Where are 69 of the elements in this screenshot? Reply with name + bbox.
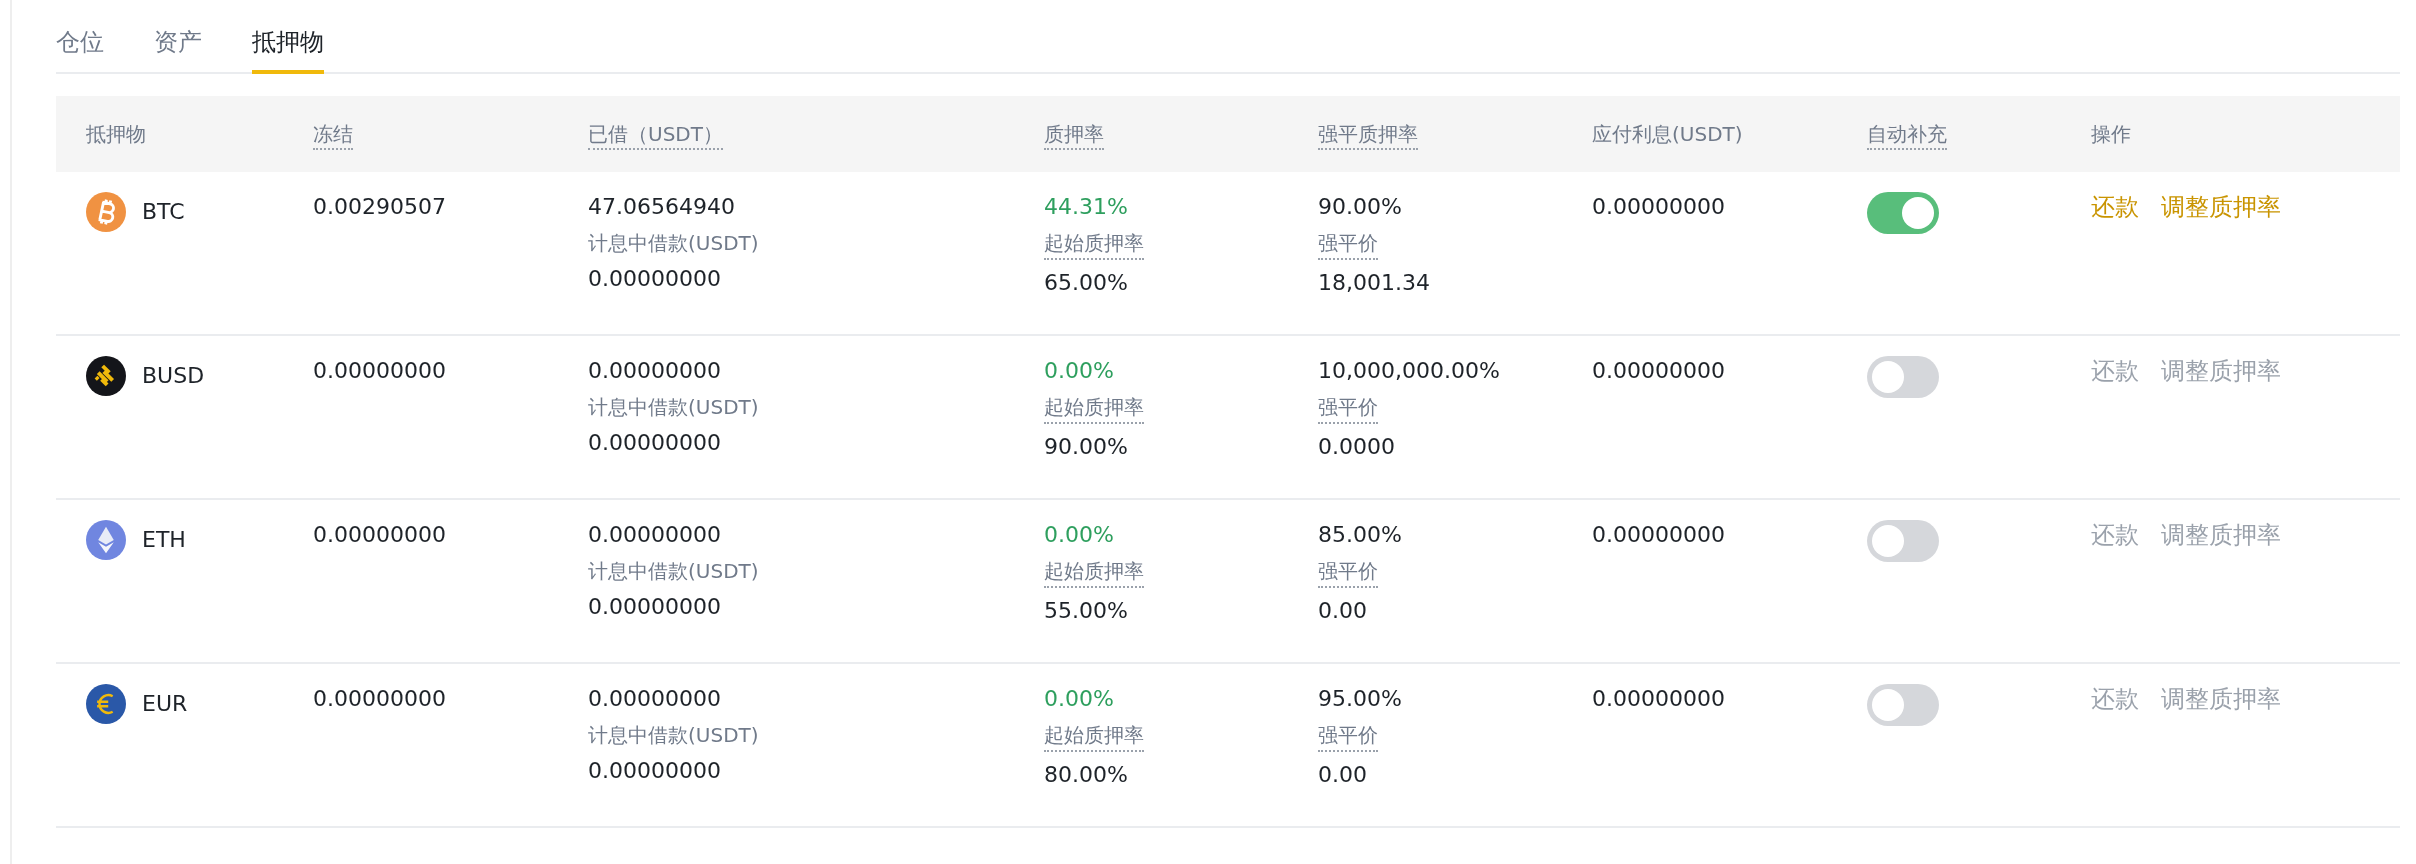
- sub-label: 计息中借款(USDT): [588, 722, 759, 748]
- table-cell-text: 90.00%: [1318, 193, 1402, 221]
- table-cell-text: 18,001.34: [1318, 269, 1430, 297]
- table-cell-text: 0.00000000: [588, 685, 721, 713]
- table-cell-text: 0.00000000: [588, 357, 721, 385]
- table-cell-text: 0.00000000: [588, 521, 721, 549]
- sub-label: 强平价: [1318, 230, 1378, 260]
- sub-label: 起始质押率: [1044, 230, 1144, 260]
- bitcoin-coin-icon: [86, 192, 126, 232]
- table-cell-text: 0.00000000: [313, 685, 446, 713]
- table-cell-text: 85.00%: [1318, 521, 1402, 549]
- table-cell-text: 0.00%: [1044, 521, 1114, 549]
- asset-symbol: ETH: [142, 526, 186, 554]
- asset-symbol: BUSD: [142, 362, 205, 390]
- sub-label: 强平价: [1318, 558, 1378, 588]
- toggle-switch[interactable]: [1867, 356, 1939, 398]
- table-cell-text: 0.00000000: [313, 521, 446, 549]
- table-cell-text: 0.00000000: [588, 265, 721, 293]
- tab[interactable]: 抵押物: [252, 26, 324, 74]
- tab[interactable]: 仓位: [56, 26, 104, 74]
- asset-symbol: EUR: [142, 690, 188, 718]
- table-cell-text: 0.00000000: [1592, 193, 1725, 221]
- sub-label: 计息中借款(USDT): [588, 558, 759, 584]
- column-header: 自动补充: [1867, 121, 1947, 150]
- column-header: 抵押物: [86, 121, 146, 146]
- table-cell-text: 55.00%: [1044, 597, 1128, 625]
- table-cell-text: 0.00000000: [588, 429, 721, 457]
- column-header: 强平质押率: [1318, 121, 1418, 150]
- sub-label: 强平价: [1318, 722, 1378, 752]
- table-cell-text: 0.00000000: [1592, 521, 1725, 549]
- coin-stripes-icon: [86, 356, 126, 396]
- sub-label: 计息中借款(USDT): [588, 394, 759, 420]
- table-cell-text: 95.00%: [1318, 685, 1402, 713]
- table-cell-text: 65.00%: [1044, 269, 1128, 297]
- column-header: 质押率: [1044, 121, 1104, 150]
- column-header: 操作: [2091, 121, 2131, 146]
- euro-coin-icon: [86, 684, 126, 724]
- ethereum-coin-icon: [86, 520, 126, 560]
- table-cell-text: 0.00: [1318, 597, 1367, 625]
- action-link[interactable]: 调整质押率: [2161, 192, 2281, 222]
- sub-label: 强平价: [1318, 394, 1378, 424]
- table-cell-text: 0.00000000: [313, 357, 446, 385]
- table-cell-text: 0.0000: [1318, 433, 1395, 461]
- column-header: 冻结: [313, 121, 353, 150]
- tab[interactable]: 资产: [154, 26, 202, 74]
- sub-label: 起始质押率: [1044, 722, 1144, 752]
- table-cell-text: 0.00290507: [313, 193, 446, 221]
- table-cell-text: 44.31%: [1044, 193, 1128, 221]
- table-cell-text: 80.00%: [1044, 761, 1128, 789]
- table-cell-text: 0.00: [1318, 761, 1367, 789]
- table-cell-text: 10,000,000.00%: [1318, 357, 1500, 385]
- toggle-switch[interactable]: [1867, 192, 1939, 234]
- table-cell-text: 0.00000000: [588, 593, 721, 621]
- toggle-switch[interactable]: [1867, 684, 1939, 726]
- toggle-switch[interactable]: [1867, 520, 1939, 562]
- table-cell-text: 0.00000000: [1592, 357, 1725, 385]
- table-cell-text: 0.00%: [1044, 685, 1114, 713]
- sub-label: 计息中借款(USDT): [588, 230, 759, 256]
- table-cell-text: 0.00000000: [1592, 685, 1725, 713]
- table-cell-text: 0.00%: [1044, 357, 1114, 385]
- column-header: 已借（USDT）: [588, 121, 723, 150]
- table-cell-text: 0.00000000: [588, 757, 721, 785]
- table-cell-text: 47.06564940: [588, 193, 735, 221]
- sub-label: 起始质押率: [1044, 394, 1144, 424]
- sub-label: 起始质押率: [1044, 558, 1144, 588]
- table-cell-text: 90.00%: [1044, 433, 1128, 461]
- action-link[interactable]: 还款: [2091, 192, 2139, 222]
- column-header: 应付利息(USDT): [1592, 121, 1743, 146]
- asset-symbol: BTC: [142, 198, 185, 226]
